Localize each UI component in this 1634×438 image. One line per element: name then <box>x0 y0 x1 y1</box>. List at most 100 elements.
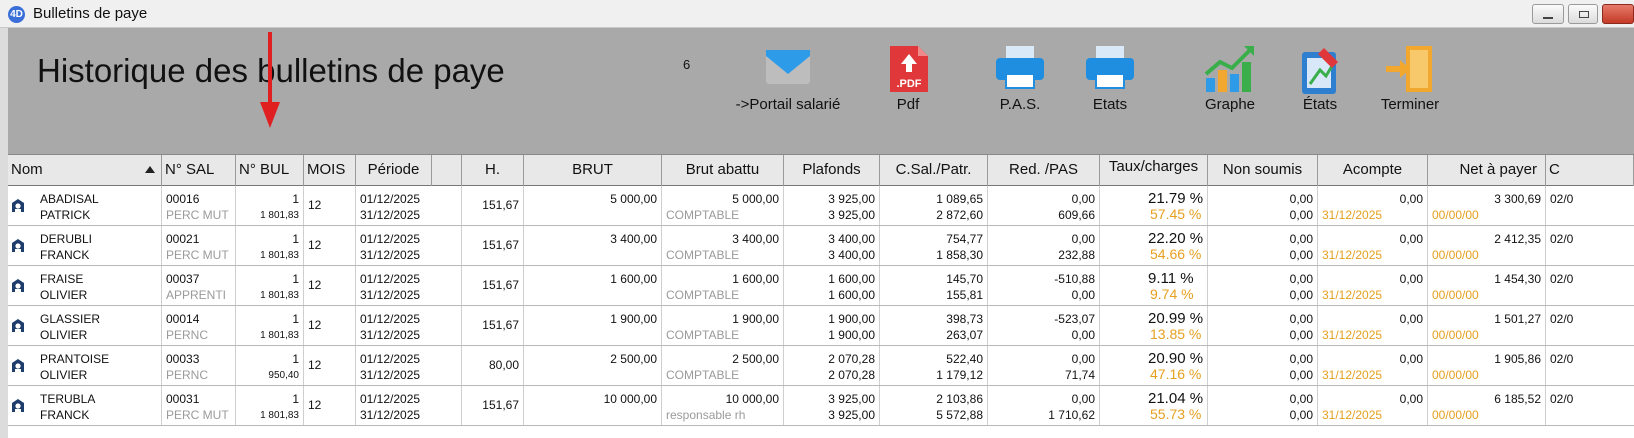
table-row[interactable]: PRANTOISE OLIVIER 00033 PERNC 1 950,40 1… <box>8 346 1634 386</box>
col-taux-label: Taux/charges <box>1108 158 1199 175</box>
period-start: 01/12/2025 <box>360 352 421 366</box>
net-pay-date: 00/00/00 <box>1432 208 1479 222</box>
employer-contrib: 155,81 <box>946 288 983 302</box>
table-row[interactable]: GLASSIER OLIVIER 00014 PERNC 1 1 801,83 … <box>8 306 1634 346</box>
col-acompte[interactable]: Acompte <box>1318 155 1428 186</box>
employee-type: PERNC <box>166 368 209 382</box>
cell-sal: 00021 PERC MUT <box>162 226 236 265</box>
col-mois-label: MOIS <box>307 161 346 178</box>
table-row[interactable]: ABADISAL PATRICK 00016 PERC MUT 1 1 801,… <box>8 186 1634 226</box>
cell-taux: 9.11 % 9.74 % <box>1100 266 1208 305</box>
portal-label: ->Portail salarié <box>735 96 841 113</box>
app-logo-icon: 4D <box>8 6 25 23</box>
cell-periode: 01/12/2025 31/12/2025 <box>356 346 462 385</box>
gross: 5 000,00 <box>610 192 657 206</box>
printer-icon <box>996 46 1044 89</box>
cell-net: 3 300,69 00/00/00 <box>1428 186 1546 225</box>
month: 12 <box>308 198 322 212</box>
payslip-amount: 1 801,83 <box>260 410 299 421</box>
cell-red-pas: 0,00 1 710,62 <box>988 386 1100 425</box>
col-periode[interactable]: Période <box>356 155 432 186</box>
exit-button[interactable]: Terminer <box>1372 30 1448 120</box>
col-csal-patr-label: C.Sal./Patr. <box>895 161 972 178</box>
gross-abated: 2 500,00 <box>732 352 779 366</box>
cell-c: 02/0 <box>1546 386 1634 425</box>
first-name: PATRICK <box>40 208 91 222</box>
non-subject-2: 0,00 <box>1289 208 1313 222</box>
minimize-button[interactable] <box>1532 4 1564 24</box>
payslip-amount: 1 801,83 <box>260 210 299 221</box>
employee-contrib: 1 089,65 <box>936 192 983 206</box>
period-end: 31/12/2025 <box>360 368 421 382</box>
col-nom[interactable]: Nom <box>8 155 162 186</box>
non-subject-2: 0,00 <box>1289 248 1313 262</box>
net-pay: 6 185,52 <box>1494 392 1541 406</box>
reduction: 0,00 <box>1071 352 1095 366</box>
col-mois[interactable]: MOIS <box>304 155 356 186</box>
col-brut[interactable]: BRUT <box>524 155 662 186</box>
cell-sal: 00016 PERC MUT <box>162 186 236 225</box>
cell-acompte: 0,00 31/12/2025 <box>1318 306 1428 345</box>
etats-edit-button[interactable]: États <box>1288 30 1352 120</box>
table-row[interactable]: DERUBLI FRANCK 00021 PERC MUT 1 1 801,83… <box>8 226 1634 266</box>
col-non-soumis[interactable]: Non soumis <box>1208 155 1318 186</box>
charge-rate-employer: 54.66 % <box>1150 246 1202 262</box>
col-c[interactable]: C <box>1546 155 1634 186</box>
table-row[interactable]: TERUBLA FRANCK 00031 PERC MUT 1 1 801,83… <box>8 386 1634 426</box>
advance-date: 31/12/2025 <box>1322 248 1383 262</box>
col-net[interactable]: Net à payer <box>1428 155 1546 186</box>
cell-csal-patr: 2 103,86 5 572,88 <box>880 386 988 425</box>
etats-print-button[interactable]: Etats <box>1072 30 1148 120</box>
etats-print-label: Etats <box>1092 96 1128 113</box>
cell-non-soumis: 0,00 0,00 <box>1208 306 1318 345</box>
cell-hours: 151,67 <box>462 186 524 225</box>
col-h[interactable]: H. <box>462 155 524 186</box>
charge-rate-employee: 20.90 % <box>1148 350 1204 367</box>
cell-net: 6 185,52 00/00/00 <box>1428 386 1546 425</box>
cell-mois: 12 <box>304 386 356 425</box>
employee-type: APPRENTI <box>166 288 227 302</box>
graph-button[interactable]: Graphe <box>1190 30 1270 120</box>
employee-icon <box>12 279 24 292</box>
advance-date: 31/12/2025 <box>1322 408 1383 422</box>
col-acompte-label: Acompte <box>1342 161 1403 178</box>
cell-red-pas: -510,88 0,00 <box>988 266 1100 305</box>
ceiling-2: 1 900,00 <box>828 328 875 342</box>
tax-withholding: 1 710,62 <box>1048 408 1095 422</box>
portal-button[interactable]: ->Portail salarié <box>728 30 848 120</box>
cell-bul: 1 1 801,83 <box>236 386 304 425</box>
col-h-label: H. <box>485 161 500 178</box>
table-row[interactable]: FRAISE OLIVIER 00037 APPRENTI 1 1 801,83… <box>8 266 1634 306</box>
col-plafonds[interactable]: Plafonds <box>784 155 880 186</box>
col-brut-abattu-label: Brut abattu <box>685 161 760 178</box>
maximize-button[interactable] <box>1568 4 1598 24</box>
net-pay: 2 412,35 <box>1494 232 1541 246</box>
col-brut-abattu[interactable]: Brut abattu <box>662 155 784 186</box>
reduction: 0,00 <box>1071 392 1095 406</box>
cell-brut-abattu: 2 500,00 COMPTABLE <box>662 346 784 385</box>
exit-label: Terminer <box>1380 96 1440 113</box>
last-name: FRAISE <box>40 272 84 286</box>
abattu-label: COMPTABLE <box>666 328 740 342</box>
net-pay: 1 905,86 <box>1494 352 1541 366</box>
gross-abated: 1 600,00 <box>732 272 779 286</box>
pdf-badge: .PDF <box>896 78 921 90</box>
first-name: OLIVIER <box>40 328 88 342</box>
col-bul[interactable]: N° BUL <box>236 155 304 186</box>
employee-icon <box>12 239 24 252</box>
pdf-button[interactable]: .PDF Pdf <box>868 30 948 120</box>
col-csal-patr[interactable]: C.Sal./Patr. <box>880 155 988 186</box>
etats-edit-label: États <box>1302 96 1338 113</box>
employer-contrib: 263,07 <box>946 328 983 342</box>
charge-rate-employee: 20.99 % <box>1148 310 1204 327</box>
cell-acompte: 0,00 31/12/2025 <box>1318 186 1428 225</box>
non-subject-1: 0,00 <box>1289 192 1313 206</box>
pas-button[interactable]: P.A.S. <box>982 30 1058 120</box>
col-sal[interactable]: N° SAL <box>162 155 236 186</box>
net-pay-date: 00/00/00 <box>1432 368 1479 382</box>
col-red-pas[interactable]: Red. /PAS <box>988 155 1100 186</box>
first-name: FRANCK <box>40 408 90 422</box>
employee-type: PERC MUT <box>166 408 229 422</box>
col-taux[interactable]: Taux/charges <box>1100 155 1208 186</box>
close-button[interactable] <box>1602 4 1634 24</box>
